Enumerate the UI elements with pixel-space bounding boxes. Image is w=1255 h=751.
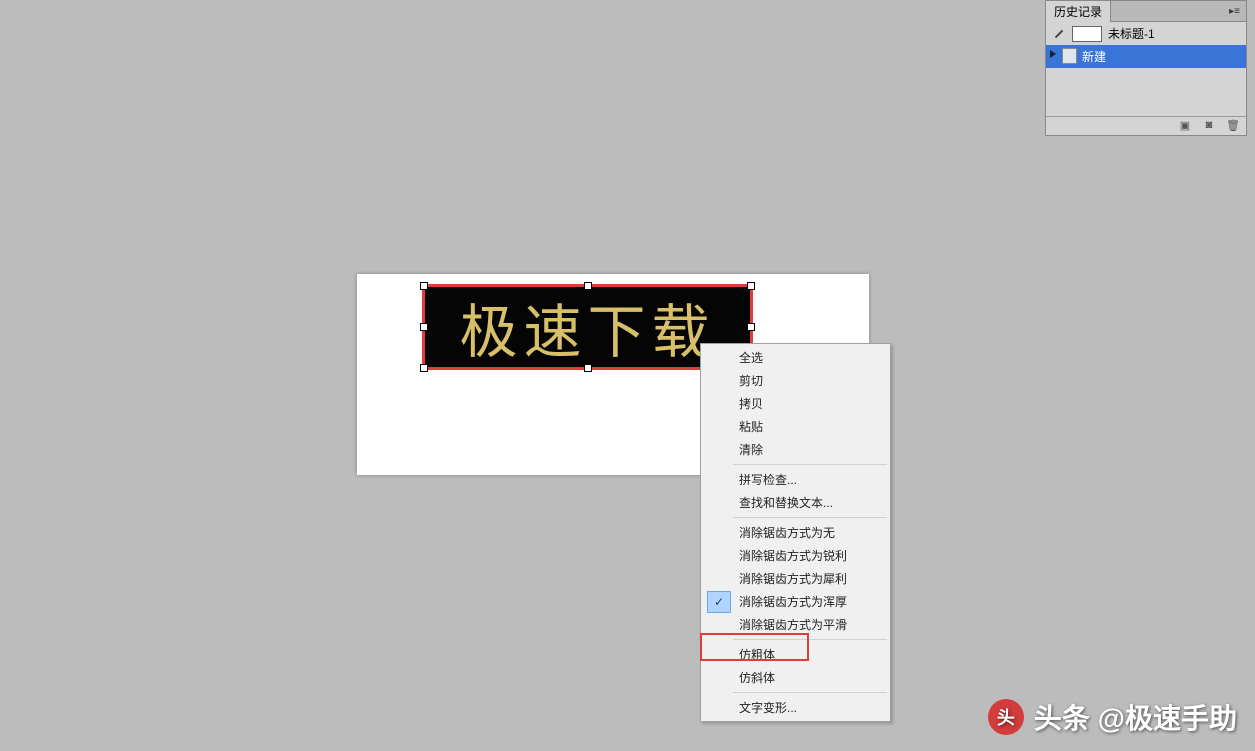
- history-panel-tab-bar: 历史记录 ▸≡: [1046, 1, 1246, 22]
- transform-handle[interactable]: [420, 323, 428, 331]
- menu-item[interactable]: 全选: [703, 346, 888, 369]
- menu-item[interactable]: 仿斜体: [703, 666, 888, 689]
- menu-item[interactable]: 剪切: [703, 369, 888, 392]
- history-panel-body: [1046, 68, 1246, 116]
- document-thumbnail: [1072, 26, 1102, 42]
- menu-item[interactable]: 清除: [703, 438, 888, 461]
- menu-separator: [733, 517, 887, 518]
- transform-handle[interactable]: [584, 364, 592, 372]
- transform-handle[interactable]: [747, 282, 755, 290]
- menu-item[interactable]: 拼写检查...: [703, 468, 888, 491]
- history-document-name: 未标题-1: [1108, 25, 1155, 42]
- trash-icon[interactable]: 🗑: [1226, 119, 1240, 133]
- transform-handle[interactable]: [747, 323, 755, 331]
- menu-separator: [733, 692, 887, 693]
- history-step-label: 新建: [1082, 50, 1106, 64]
- menu-item[interactable]: 消除锯齿方式为犀利: [703, 567, 888, 590]
- history-panel-footer: ▣ ◙ 🗑: [1046, 116, 1246, 135]
- menu-item[interactable]: 消除锯齿方式为平滑: [703, 613, 888, 636]
- menu-item[interactable]: 查找和替换文本...: [703, 491, 888, 514]
- menu-item[interactable]: 拷贝: [703, 392, 888, 415]
- history-document-row[interactable]: 未标题-1: [1046, 22, 1246, 45]
- menu-separator: [733, 639, 887, 640]
- triangle-icon: [1050, 50, 1056, 58]
- text-layer-content[interactable]: 极速下载: [459, 285, 715, 369]
- history-panel: 历史记录 ▸≡ 未标题-1 新建 ▣ ◙ 🗑: [1045, 0, 1247, 136]
- new-document-icon: [1062, 48, 1077, 64]
- context-menu: 全选剪切拷贝粘贴清除拼写检查...查找和替换文本... 消除锯齿方式为无消除锯齿方…: [700, 343, 891, 722]
- watermark-logo: 头: [988, 699, 1024, 735]
- brush-icon: [1052, 27, 1066, 41]
- watermark-text: 头条 @极速手助: [1034, 697, 1237, 737]
- menu-separator: [733, 464, 887, 465]
- transform-handle[interactable]: [420, 364, 428, 372]
- panel-menu-icon[interactable]: ▸≡: [1223, 6, 1246, 17]
- menu-item[interactable]: 文字变形...: [703, 696, 888, 719]
- history-step-selected[interactable]: 新建: [1046, 45, 1246, 68]
- menu-item[interactable]: 消除锯齿方式为浑厚✓: [703, 590, 888, 613]
- snapshot-icon[interactable]: ▣: [1178, 119, 1192, 133]
- menu-item[interactable]: 仿粗体: [703, 643, 888, 666]
- checkmark-icon: ✓: [707, 591, 731, 613]
- menu-item[interactable]: 消除锯齿方式为锐利: [703, 544, 888, 567]
- watermark: 头 头条 @极速手助: [988, 697, 1237, 737]
- menu-item[interactable]: 消除锯齿方式为无: [703, 521, 888, 544]
- menu-item[interactable]: 粘贴: [703, 415, 888, 438]
- history-tab[interactable]: 历史记录: [1046, 1, 1111, 22]
- transform-handle[interactable]: [584, 282, 592, 290]
- transform-handle[interactable]: [420, 282, 428, 290]
- camera-icon[interactable]: ◙: [1202, 119, 1216, 133]
